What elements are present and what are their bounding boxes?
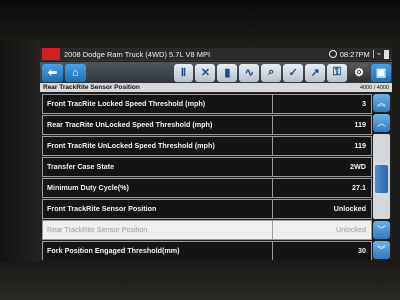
device-bezel-right — [392, 40, 400, 270]
scroll-top-button[interactable]: ︽ — [373, 94, 390, 112]
chevron-up-icon: ︿ — [376, 117, 386, 128]
toolbar-right: ⚙ ▣ — [347, 63, 392, 82]
parameter-value: 30 — [272, 242, 371, 260]
home-icon: ⌂ — [72, 66, 79, 79]
data-list-header: Rear TrackRite Sensor Position 4000 / 40… — [40, 83, 392, 92]
status-divider — [372, 50, 374, 58]
signal-icon: ⌁ — [376, 51, 381, 58]
trend-icon: ↗ — [310, 67, 320, 79]
bar-graph-button[interactable]: ▮ — [217, 63, 238, 82]
home-button[interactable]: ⌂ — [64, 63, 86, 82]
toolbar: ⬅ ⌂ Ⅱ ✕ ▮ ∿ ⌕ ✓ ↗ ⚿ ⚙ ▣ — [40, 62, 392, 83]
table-row[interactable]: Front TracRite Locked Speed Threshold (m… — [42, 94, 372, 114]
trend-button[interactable]: ↗ — [305, 63, 326, 82]
gear-icon: ⚙ — [354, 67, 364, 79]
scanner-screen: 2008 Dodge Ram Truck (4WD) 5.7L V8 MPI 0… — [40, 48, 392, 260]
device-bezel-left — [0, 40, 40, 270]
settings-button[interactable]: ⚙ — [349, 63, 370, 82]
table-row[interactable]: Transfer Case State 2WD — [42, 157, 372, 177]
scroll-up-button[interactable]: ︿ — [373, 114, 390, 132]
line-graph-button[interactable]: ∿ — [239, 63, 260, 82]
table-row[interactable]: Rear TracRite UnLocked Speed Threshold (… — [42, 115, 372, 135]
search-icon: ⌕ — [268, 66, 275, 78]
parameter-value: Unlocked — [272, 200, 371, 218]
back-icon: ⬅ — [47, 67, 58, 79]
device-bezel-bottom — [0, 262, 400, 300]
check-button[interactable]: ✓ — [283, 63, 304, 82]
save-button[interactable]: ▣ — [371, 63, 392, 82]
parameter-value: Unlocked — [272, 221, 371, 239]
parameter-value: 3 — [272, 95, 371, 113]
back-button[interactable]: ⬅ — [42, 63, 63, 82]
parameter-name: Transfer Case State — [47, 162, 115, 172]
parameter-name: Rear TracRite UnLocked Speed Threshold (… — [47, 120, 213, 130]
vehicle-title: 2008 Dodge Ram Truck (4WD) 5.7L V8 MPI — [64, 49, 211, 59]
pause-button[interactable]: Ⅱ — [173, 63, 194, 82]
table-row[interactable]: Front TrackRite Sensor Position Unlocked — [42, 199, 372, 219]
close-icon: ✕ — [200, 67, 211, 79]
clock-icon — [328, 50, 337, 58]
brand-badge — [42, 48, 60, 60]
record-count: 4000 / 4000 — [359, 84, 389, 91]
parameter-value: 27.1 — [272, 179, 371, 197]
line-graph-icon: ∿ — [244, 67, 254, 79]
parameter-name: Rear TrackRite Sensor Position — [47, 225, 148, 235]
data-list: Front TracRite Locked Speed Threshold (m… — [42, 94, 372, 260]
scroll-track[interactable] — [373, 134, 390, 219]
chevron-down-icon: ﹀ — [376, 224, 386, 235]
bar-graph-icon: ▮ — [224, 67, 231, 79]
table-row[interactable]: Fork Position Engaged Threshold(mm) 30 — [42, 241, 372, 260]
parameter-name: Fork Position Engaged Threshold(mm) — [47, 246, 180, 256]
scrollbar[interactable]: ︽ ︿ ﹀ ︾ — [373, 94, 391, 259]
title-bar: 2008 Dodge Ram Truck (4WD) 5.7L V8 MPI 0… — [40, 48, 392, 61]
parameter-value: 119 — [272, 116, 371, 134]
search-button[interactable]: ⌕ — [261, 63, 282, 82]
lock-button[interactable]: ⚿ — [327, 63, 348, 82]
scroll-down-button[interactable]: ﹀ — [373, 221, 390, 239]
parameter-name: Front TracRite UnLocked Speed Threshold … — [47, 141, 215, 151]
lock-icon: ⚿ — [332, 66, 342, 78]
parameter-name: Front TrackRite Sensor Position — [47, 204, 157, 214]
parameter-value: 2WD — [272, 158, 371, 176]
parameter-value: 119 — [272, 137, 371, 155]
double-chevron-down-icon: ︾ — [376, 244, 386, 255]
device-bezel-top — [0, 0, 400, 48]
check-icon: ✓ — [288, 67, 298, 79]
parameter-name: Front TracRite Locked Speed Threshold (m… — [47, 99, 206, 109]
clock-time: 08:27PM — [339, 49, 370, 59]
status-area: 08:27PM ⌁ — [328, 49, 392, 59]
scroll-bottom-button[interactable]: ︾ — [373, 241, 390, 259]
parameter-name: Minimum Duty Cycle(%) — [47, 183, 129, 193]
close-button[interactable]: ✕ — [195, 63, 216, 82]
save-icon: ▣ — [375, 67, 387, 79]
selected-parameter-title: Rear TrackRite Sensor Position — [43, 84, 140, 91]
double-chevron-up-icon: ︽ — [376, 97, 386, 108]
table-row[interactable]: Minimum Duty Cycle(%) 27.1 — [42, 178, 372, 198]
table-row-selected[interactable]: Rear TrackRite Sensor Position Unlocked — [42, 220, 372, 240]
scroll-thumb[interactable] — [375, 165, 388, 193]
pause-icon: Ⅱ — [180, 67, 187, 79]
table-row[interactable]: Front TracRite UnLocked Speed Threshold … — [42, 136, 372, 156]
battery-icon — [384, 49, 389, 59]
